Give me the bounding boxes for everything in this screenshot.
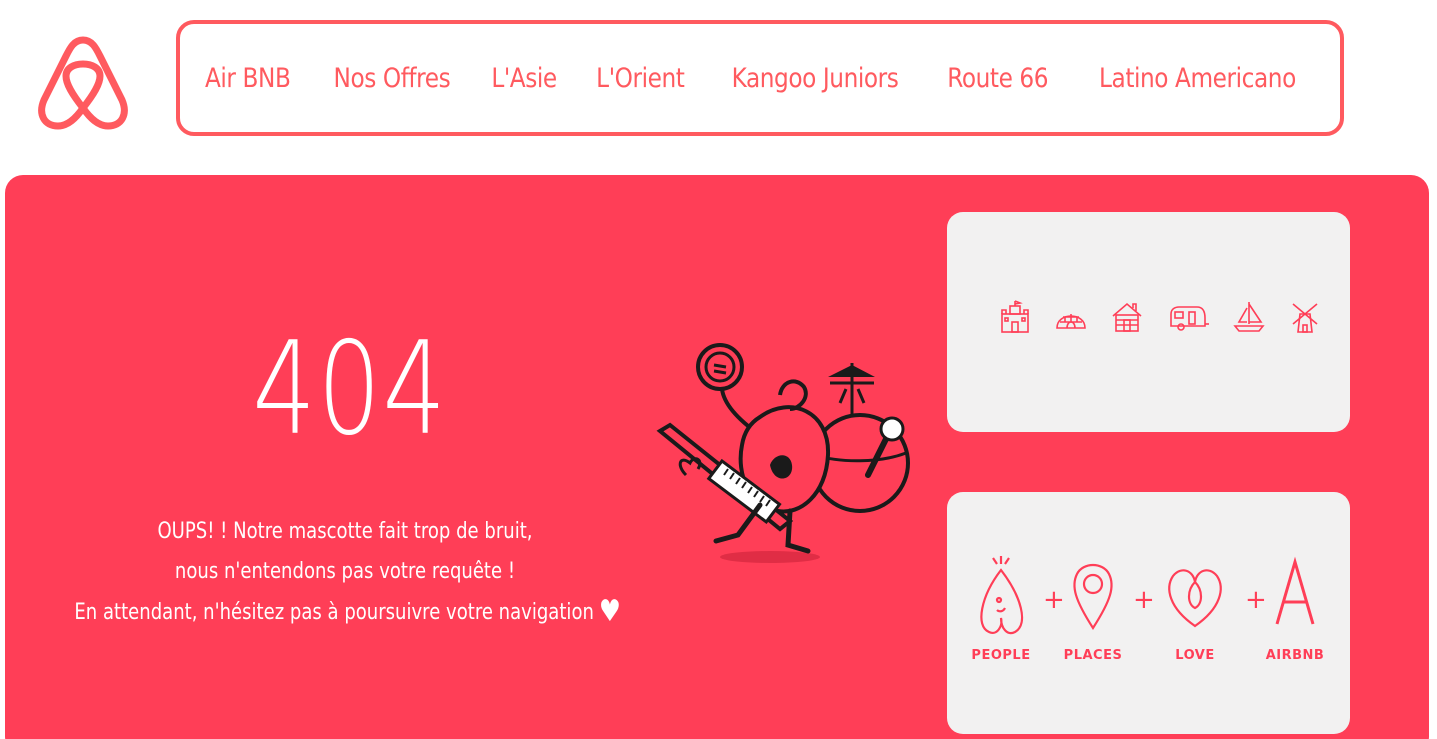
label-places: PLACES <box>1063 648 1123 663</box>
label-love: LOVE <box>1175 648 1215 663</box>
cabin-icon <box>1112 302 1142 332</box>
error-message-line-2: nous n'entendons pas votre requête ! <box>174 559 516 584</box>
error-message: OUPS! ! Notre mascotte fait trop de brui… <box>15 512 675 633</box>
igloo-icon <box>1056 314 1086 329</box>
nav-link-latino-americano[interactable]: Latino Americano <box>1099 63 1296 94</box>
camper-icon <box>1170 306 1209 331</box>
nav-link-air-bnb[interactable]: Air BNB <box>205 63 291 94</box>
error-message-line-3: En attendant, n'hésitez pas à poursuivre… <box>74 600 594 625</box>
plus-sign-3: + <box>1245 585 1267 615</box>
airbnb-logo-icon[interactable] <box>36 34 130 130</box>
castle-icon <box>1001 300 1029 333</box>
plus-sign-2: + <box>1133 585 1155 615</box>
nav-link-asie[interactable]: L'Asie <box>492 63 558 94</box>
sailboat-icon <box>1233 302 1265 332</box>
heart-icon: ♥ <box>598 594 621 629</box>
label-airbnb: AIRBNB <box>1265 648 1325 663</box>
heart-icon <box>1168 569 1222 628</box>
error-message-line-3-wrap: En attendant, n'hésitez pas à poursuivre… <box>74 592 621 633</box>
letter-a-icon <box>1275 556 1315 625</box>
pin-icon <box>1073 563 1113 631</box>
places-card <box>947 212 1350 432</box>
nav-link-orient[interactable]: L'Orient <box>596 63 685 94</box>
nav-link-nos-offres[interactable]: Nos Offres <box>334 63 451 94</box>
label-people: PEOPLE <box>971 648 1031 663</box>
people-icon <box>980 556 1024 635</box>
nav-link-kangoo-juniors[interactable]: Kangoo Juniors <box>732 63 899 94</box>
places-icon-row <box>999 300 1321 334</box>
windmill-icon <box>1292 303 1318 333</box>
error-message-line-1: OUPS! ! Notre mascotte fait trop de brui… <box>157 519 533 544</box>
plus-sign-1: + <box>1043 585 1065 615</box>
mascot-band-icon <box>656 343 910 563</box>
equation-card: + + + PEOPLE PLACES LOVE AIRBNB <box>947 492 1350 734</box>
error-code: 404 <box>252 315 448 464</box>
main-navigation: Air BNB Nos Offres L'Asie L'Orient Kango… <box>176 20 1344 136</box>
nav-link-route-66[interactable]: Route 66 <box>947 63 1048 94</box>
error-panel: 404 OUPS! ! Notre mascotte fait trop de … <box>5 175 1429 739</box>
